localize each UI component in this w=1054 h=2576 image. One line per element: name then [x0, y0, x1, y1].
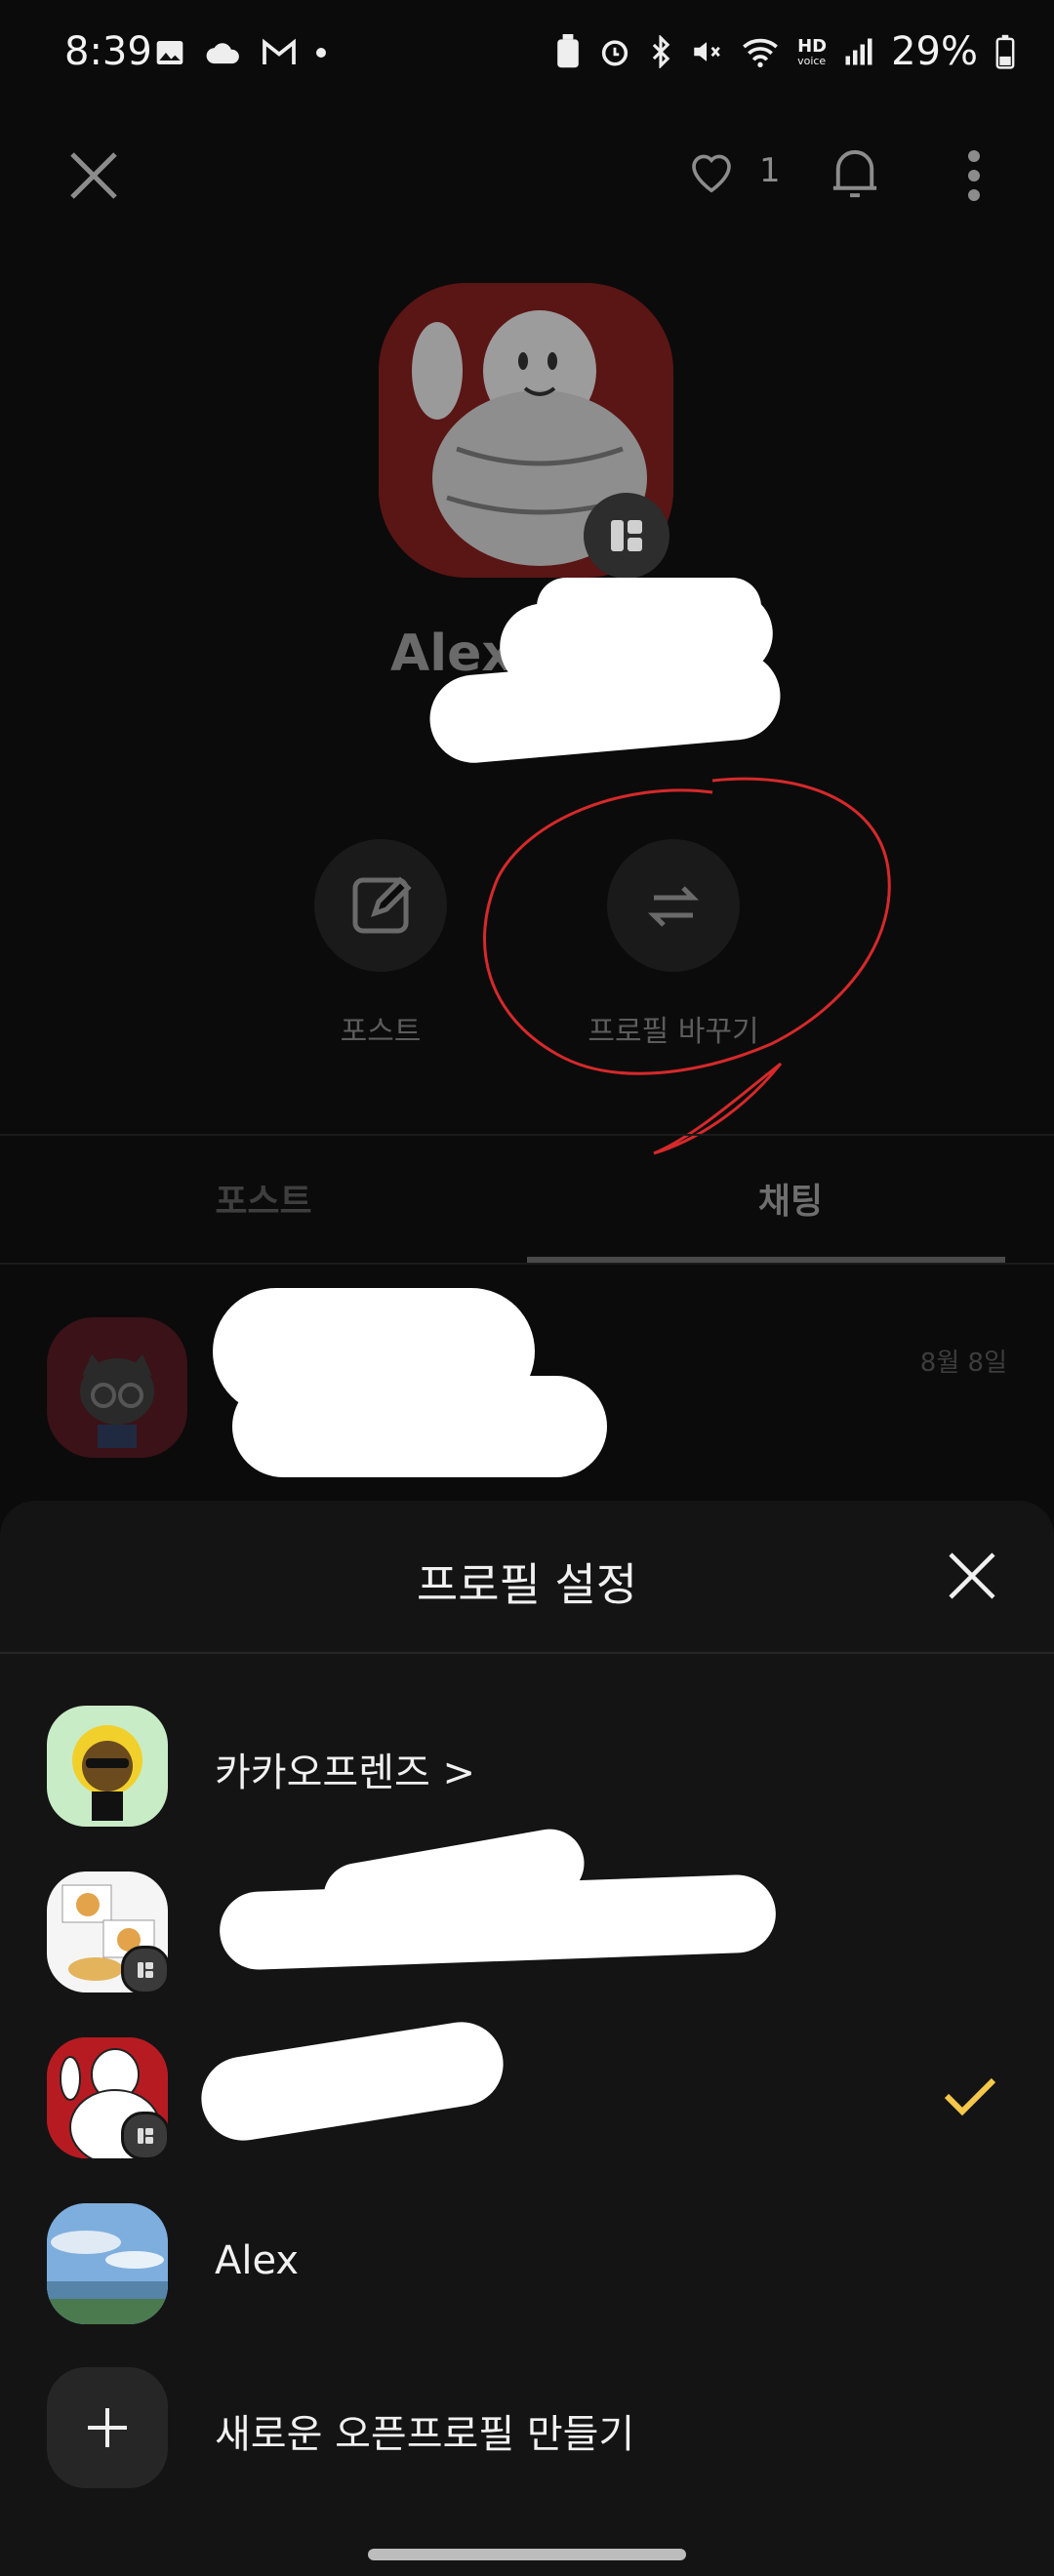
heart-icon: [692, 154, 731, 193]
more-vert-icon: [968, 150, 980, 201]
plus-icon: [88, 2408, 127, 2447]
alarm-icon: [601, 40, 628, 66]
notification-icons: [154, 37, 326, 68]
layout-icon: [138, 1962, 153, 1978]
profile-item-open-1[interactable]: [0, 1824, 1054, 2000]
check-icon: [944, 2077, 996, 2116]
notification-button[interactable]: [826, 142, 884, 205]
close-icon: [70, 152, 117, 199]
status-bar: 8:39 HD voice 29%: [0, 0, 1054, 117]
image-icon: [156, 41, 183, 64]
profile-avatar: [47, 1706, 168, 1827]
sheet-title: 프로필 설정: [416, 1558, 638, 1611]
annotation-circle: [483, 777, 891, 1155]
battery-icon: [995, 34, 1015, 69]
layout-icon: [611, 520, 642, 551]
chat-date: 8월 8일: [919, 1348, 1007, 1378]
profile-item-label: 새로운 오픈프로필 만들기: [215, 2412, 635, 2457]
create-open-profile-button[interactable]: 새로운 오픈프로필 만들기: [0, 2359, 1054, 2496]
mute-icon: [694, 42, 720, 61]
edit-icon: [352, 876, 412, 934]
battery-saver-icon: [557, 34, 579, 68]
profile-item-label: 카카오프렌즈 >: [215, 1751, 476, 1795]
battery-percent: 29%: [891, 29, 978, 74]
chat-row[interactable]: 8월 8일: [0, 1268, 1054, 1493]
character-avatar: [72, 1725, 142, 1821]
bluetooth-icon: [652, 35, 670, 68]
tabs-bottom-divider: [0, 1263, 1054, 1265]
profile-item-alex[interactable]: Alex: [0, 2195, 1054, 2332]
post-action-button[interactable]: [314, 839, 447, 972]
tab-chat[interactable]: 채팅: [527, 1136, 1054, 1261]
open-profile-badge: [121, 2112, 170, 2160]
character-avatar: [80, 1354, 154, 1448]
more-options-button[interactable]: [954, 146, 993, 205]
status-right: HD voice 29%: [555, 29, 1015, 74]
layout-icon: [138, 2128, 153, 2144]
sheet-close-button[interactable]: [943, 1547, 1001, 1605]
sheet-divider: [0, 1652, 1054, 1654]
like-count: 1: [759, 151, 781, 190]
bell-icon: [832, 149, 877, 198]
tab-post-label: 포스트: [215, 1182, 312, 1222]
add-avatar: [47, 2367, 168, 2488]
landscape-avatar: [47, 2203, 168, 2324]
post-action-label: 포스트: [340, 1015, 422, 1049]
home-indicator[interactable]: [368, 2549, 686, 2560]
redaction-scribble: [195, 2016, 509, 2147]
tab-chat-label: 채팅: [757, 1182, 824, 1222]
chat-avatar: [47, 1317, 187, 1458]
wifi-icon: [743, 38, 778, 67]
hd-voice-indicator: HD voice: [797, 35, 828, 67]
signal-icon: [845, 38, 872, 65]
close-button[interactable]: [62, 144, 125, 207]
like-button[interactable]: 1: [685, 144, 781, 197]
status-time: 8:39: [64, 29, 152, 74]
gmail-icon: [263, 38, 296, 64]
dot-icon: [316, 48, 326, 58]
redaction-scribble: [232, 1376, 607, 1477]
redaction-scribble: [537, 578, 761, 636]
profile-item-label: Alex: [215, 2238, 300, 2283]
close-icon: [949, 1552, 995, 1599]
cloud-icon: [206, 43, 239, 64]
tab-post[interactable]: 포스트: [0, 1136, 527, 1261]
open-profile-badge: [121, 1946, 170, 1994]
profile-item-open-2[interactable]: [0, 2016, 1054, 2166]
profile-avatar: [47, 2203, 168, 2324]
profile-item-kakaofriends[interactable]: 카카오프렌즈 >: [0, 1698, 1054, 1834]
profile-switch-badge[interactable]: [584, 493, 669, 579]
